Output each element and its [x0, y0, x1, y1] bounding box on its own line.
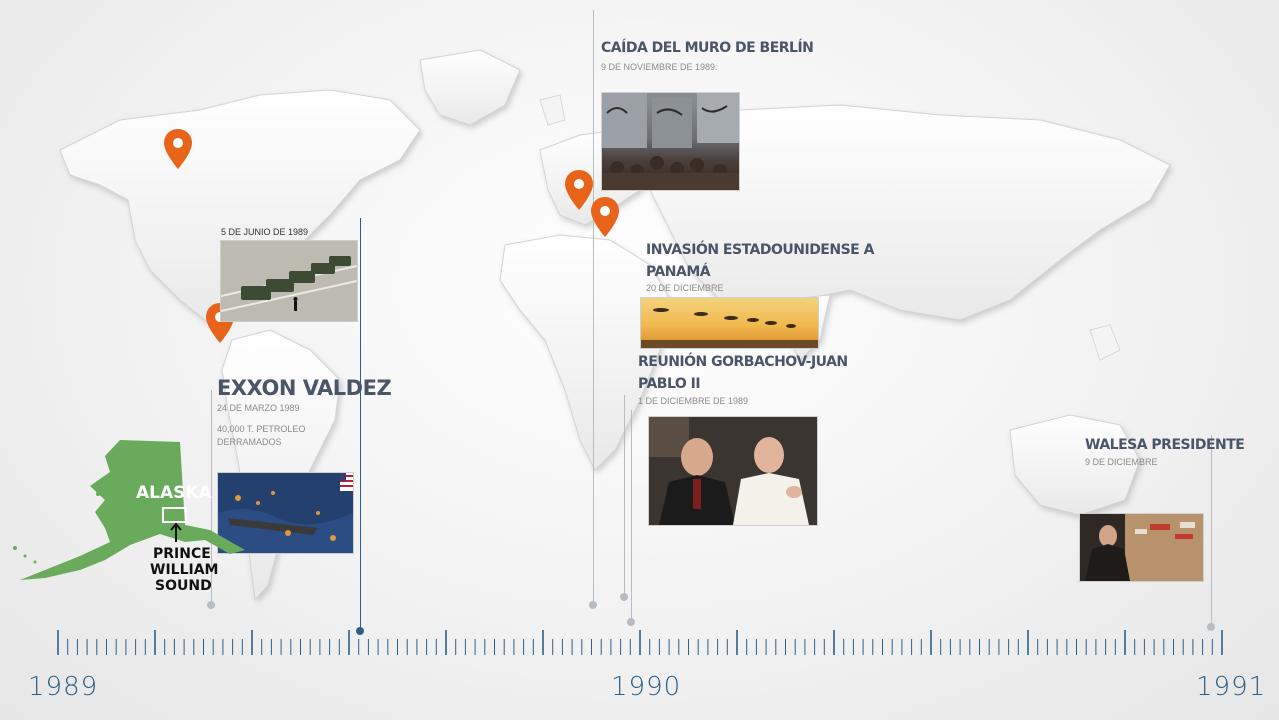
- gorbachov-stem: [631, 410, 632, 622]
- prince-william-sound-line3: SOUND: [155, 578, 212, 594]
- berlin-stem: [593, 10, 594, 605]
- berlin-wall-photo: [601, 92, 740, 191]
- gorbachov-date: 1 de diciembre de 1989: [638, 396, 749, 406]
- panama-photo: [640, 297, 819, 349]
- gorbachov-title-line1: Reunión Gorbachov-Juan: [638, 354, 848, 370]
- panama-title-line2: Panamá: [646, 264, 711, 280]
- berlin-stem-dot: [589, 601, 597, 609]
- map-pin-icon[interactable]: [590, 196, 620, 238]
- tiananmen-date: 5 de junio de 1989: [221, 227, 309, 237]
- walesa-photo: [1079, 513, 1204, 582]
- us-flag-icon: [340, 473, 353, 491]
- year-middle: 1990: [611, 672, 682, 702]
- year-end: 1991: [1196, 672, 1267, 702]
- walesa-title: Walesa presidente: [1085, 437, 1245, 453]
- timeline-ruler: [57, 630, 1223, 655]
- greenland: [419, 49, 521, 126]
- panama-date: 20 de diciembre: [646, 283, 724, 293]
- year-start: 1989: [28, 672, 99, 702]
- prince-william-sound-line1: PRINCE: [153, 546, 211, 562]
- gorbachov-photo: [648, 416, 818, 526]
- walesa-date: 9 de diciembre: [1085, 457, 1158, 467]
- prince-william-sound-line2: WILLIAM: [150, 562, 218, 578]
- panama-stem-dot: [620, 593, 628, 601]
- alaska-map: ALASKA PRINCE WILLIAM SOUND: [13, 440, 245, 594]
- exxon-date: 24 de marzo 1989: [217, 403, 300, 413]
- tiananmen-photo: [220, 240, 358, 322]
- walesa-stem: [1211, 435, 1212, 625]
- alaska-label: ALASKA: [136, 483, 213, 503]
- berlin-title: Caída del muro de Berlín: [601, 40, 814, 56]
- exxon-title: Exxon Valdez: [217, 376, 392, 400]
- berlin-date: 9 de noviembre de 1989.: [601, 62, 718, 72]
- tiananmen-stem: [360, 218, 361, 630]
- exxon-stem-dot: [207, 601, 215, 609]
- panama-title-line1: Invasión Estadounidense a: [646, 242, 874, 258]
- map-pin-icon[interactable]: [163, 128, 193, 170]
- gorbachov-title-line2: Pablo II: [638, 376, 701, 392]
- panama-stem: [624, 395, 625, 595]
